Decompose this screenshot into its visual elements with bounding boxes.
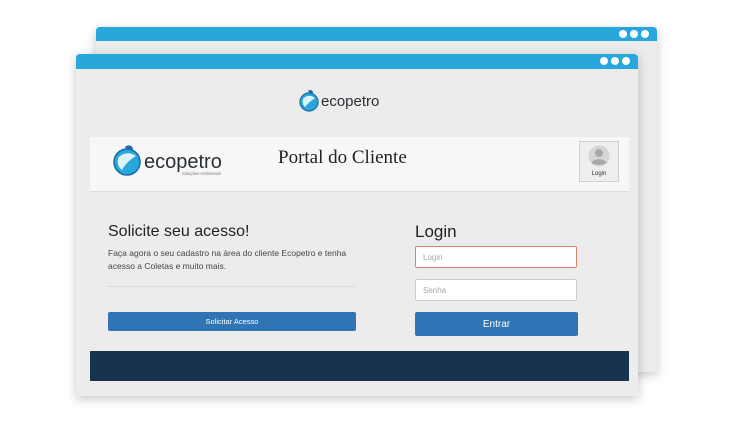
header-login-button[interactable]: Login <box>579 141 619 182</box>
login-heading: Login <box>415 222 457 241</box>
password-input[interactable] <box>415 279 577 301</box>
header-login-label: Login <box>591 171 607 177</box>
browser-window: ecopetro ecopetro Soluções Ambientais Po… <box>76 54 638 396</box>
login-input[interactable] <box>415 246 577 268</box>
ecopetro-globe-logo-icon <box>113 145 141 176</box>
portal-header: ecopetro Soluções Ambientais Portal do C… <box>90 137 629 192</box>
signup-description: Faça agora o seu cadastro na área do cli… <box>108 248 347 271</box>
user-avatar-icon <box>588 145 610 167</box>
window-controls <box>619 30 649 38</box>
window-dot-icon[interactable] <box>622 57 630 65</box>
ecopetro-header-logo[interactable]: ecopetro Soluções Ambientais <box>112 143 232 179</box>
brand-name-text: ecopetro <box>144 151 222 173</box>
brand-tagline-text: Soluções Ambientais <box>182 171 221 176</box>
background-window-titlebar <box>96 27 657 41</box>
page-footer <box>90 351 629 381</box>
brand-name-text: ecopetro <box>321 93 379 110</box>
window-dot-icon[interactable] <box>600 57 608 65</box>
window-dot-icon[interactable] <box>619 30 627 38</box>
window-dot-icon[interactable] <box>611 57 619 65</box>
ecopetro-top-logo: ecopetro <box>299 89 379 112</box>
request-access-button[interactable]: Solicitar Acesso <box>108 312 356 331</box>
window-dot-icon[interactable] <box>641 30 649 38</box>
window-controls <box>600 57 630 65</box>
page-title: Portal do Cliente <box>278 147 407 168</box>
window-dot-icon[interactable] <box>630 30 638 38</box>
ecopetro-globe-logo-icon <box>299 89 319 112</box>
browser-window-titlebar <box>76 54 638 69</box>
signup-divider <box>108 286 355 287</box>
signup-heading: Solicite seu acesso! <box>108 223 250 240</box>
submit-login-button[interactable]: Entrar <box>415 312 578 336</box>
